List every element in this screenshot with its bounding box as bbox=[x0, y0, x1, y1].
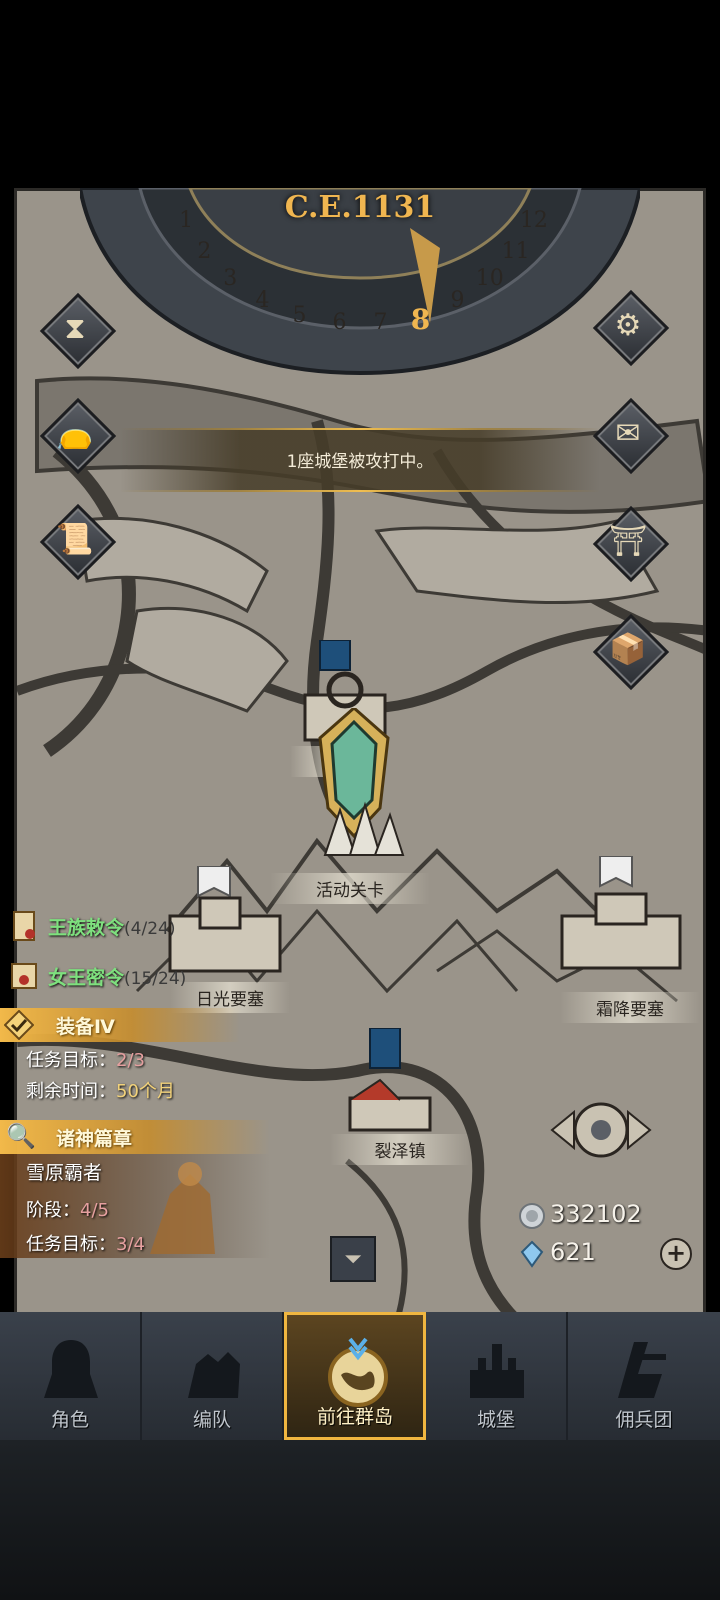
status-banner: 1座城堡被攻打中。 bbox=[120, 428, 600, 492]
month-10: 10 bbox=[475, 266, 504, 292]
white-flag-icon bbox=[197, 866, 231, 898]
target-label: 任务目标： bbox=[26, 1050, 116, 1071]
magnifier-icon: 🔍 bbox=[6, 1122, 36, 1150]
quest-gods-chapter-title: 诸神篇章 bbox=[56, 1128, 133, 1150]
mail-button[interactable]: ✉ bbox=[592, 397, 670, 475]
nav-mercenary-label: 佣兵团 bbox=[615, 1409, 673, 1431]
gate-icon: ⛩ bbox=[608, 523, 648, 559]
nav-formation-label: 编队 bbox=[192, 1409, 231, 1431]
month-7: 7 bbox=[373, 310, 388, 336]
bag-button[interactable]: 👝 bbox=[39, 397, 117, 475]
mercenary-icon bbox=[618, 1342, 666, 1398]
castle-icon bbox=[470, 1344, 524, 1398]
settings-button[interactable]: ⚙ bbox=[592, 289, 670, 367]
month-3: 3 bbox=[223, 266, 238, 292]
crystal-amount: 621 bbox=[550, 1238, 596, 1266]
quest-royal-decree-title: 王族敕令 bbox=[48, 917, 125, 939]
frost-fortress[interactable] bbox=[556, 856, 686, 976]
map-label-rift-town[interactable]: 裂泽镇 bbox=[330, 1134, 470, 1165]
month-6: 6 bbox=[332, 310, 347, 336]
hourglass-icon: ⧗ bbox=[64, 310, 86, 346]
month-2: 2 bbox=[197, 239, 212, 265]
month-4: 4 bbox=[255, 287, 270, 313]
month-5: 5 bbox=[292, 302, 307, 328]
white-flag-icon bbox=[599, 856, 633, 888]
target-label: 任务目标： bbox=[26, 1234, 116, 1255]
time-button[interactable]: ⧗ bbox=[39, 292, 117, 370]
knight-icon bbox=[44, 1340, 98, 1398]
banner-flag-icon bbox=[319, 640, 351, 671]
quest-royal-decree[interactable]: 王族敕令(4/24) bbox=[48, 913, 175, 940]
month-11: 11 bbox=[501, 239, 530, 265]
nav-islands-label: 前往群岛 bbox=[316, 1406, 393, 1428]
crystal-icon bbox=[520, 1240, 544, 1268]
time-value: 50个月 bbox=[116, 1081, 175, 1102]
recenter-compass-button[interactable] bbox=[546, 1090, 656, 1170]
banner-text: 1座城堡被攻打中。 bbox=[286, 452, 434, 472]
quest-equipment-bar[interactable]: 装备Ⅳ bbox=[0, 1008, 240, 1042]
quest-equipment-time: 剩余时间：50个月 bbox=[26, 1077, 175, 1103]
crate-icon: 📦 bbox=[609, 631, 647, 667]
target-value: 2/3 bbox=[116, 1050, 145, 1071]
shop-button[interactable]: 📦 bbox=[592, 613, 670, 691]
gate-button[interactable]: ⛩ bbox=[592, 505, 670, 583]
month-9: 9 bbox=[450, 287, 465, 313]
quest-queen-order-count: (15/24) bbox=[124, 969, 187, 989]
scroll-quest-icon bbox=[13, 911, 35, 941]
banner-flag-icon bbox=[369, 1028, 401, 1069]
sunlight-fortress[interactable] bbox=[160, 866, 290, 976]
time-label: 剩余时间： bbox=[26, 1081, 116, 1102]
stage-label: 阶段： bbox=[26, 1200, 80, 1221]
quest-gods-chapter-subtitle: 雪原霸者 bbox=[26, 1162, 103, 1184]
nav-formation[interactable]: 编队 bbox=[142, 1312, 284, 1440]
quest-equipment-target: 任务目标：2/3 bbox=[26, 1046, 145, 1072]
quest-gods-chapter-target: 任务目标：3/4 bbox=[26, 1230, 145, 1256]
mail-icon: ✉ bbox=[615, 415, 641, 451]
money-bag-icon: 👝 bbox=[56, 415, 94, 451]
month-12: 12 bbox=[519, 207, 548, 233]
scroll-icon: 📜 bbox=[56, 521, 94, 557]
arrow-right-icon bbox=[627, 1109, 652, 1151]
collapse-chevron-icon[interactable]: ⏷ bbox=[330, 1236, 376, 1282]
islands-icon bbox=[328, 1337, 388, 1407]
quest-equipment-title: 装备Ⅳ bbox=[56, 1016, 115, 1038]
quest-gods-chapter-stage: 阶段：4/5 bbox=[26, 1196, 109, 1222]
troops-icon bbox=[188, 1352, 240, 1398]
silver-amount: 332102 bbox=[550, 1200, 642, 1228]
nav-character[interactable]: 角色 bbox=[0, 1312, 142, 1440]
quest-gods-chapter-bar[interactable]: 🔍 诸神篇章 bbox=[0, 1120, 270, 1154]
quest-royal-decree-count: (4/24) bbox=[124, 919, 176, 939]
arrow-left-icon bbox=[550, 1109, 575, 1151]
rift-town[interactable] bbox=[340, 1028, 440, 1138]
silver-coin-icon bbox=[519, 1203, 545, 1229]
nav-castle[interactable]: 城堡 bbox=[426, 1312, 568, 1440]
nav-mercenary[interactable]: 佣兵团 bbox=[568, 1312, 720, 1440]
pine-trees bbox=[323, 801, 405, 856]
gear-icon: ⚙ bbox=[614, 307, 642, 343]
add-crystal-button[interactable]: + bbox=[660, 1238, 692, 1270]
map-label-event-stage[interactable]: 活动关卡 bbox=[270, 873, 430, 904]
bottom-bar-bg bbox=[0, 1440, 720, 1600]
bottom-nav: 角色 编队 前往群岛 城堡 佣兵团 bbox=[0, 1312, 720, 1440]
stage-value: 4/5 bbox=[80, 1200, 109, 1221]
scroll-button[interactable]: 📜 bbox=[39, 503, 117, 581]
month-8: 8 bbox=[410, 302, 431, 336]
nav-islands[interactable]: 前往群岛 bbox=[284, 1312, 426, 1440]
month-1: 1 bbox=[179, 207, 194, 233]
quest-queen-order[interactable]: 女王密令(15/24) bbox=[48, 963, 186, 990]
nav-castle-label: 城堡 bbox=[476, 1409, 515, 1431]
quest-queen-order-title: 女王密令 bbox=[48, 967, 125, 989]
nav-character-label: 角色 bbox=[50, 1409, 89, 1431]
target-value: 3/4 bbox=[116, 1234, 145, 1255]
check-badge-icon bbox=[4, 1010, 34, 1040]
map-label-frost-fortress[interactable]: 霜降要塞 bbox=[560, 992, 700, 1023]
sealed-letter-icon bbox=[11, 963, 37, 989]
